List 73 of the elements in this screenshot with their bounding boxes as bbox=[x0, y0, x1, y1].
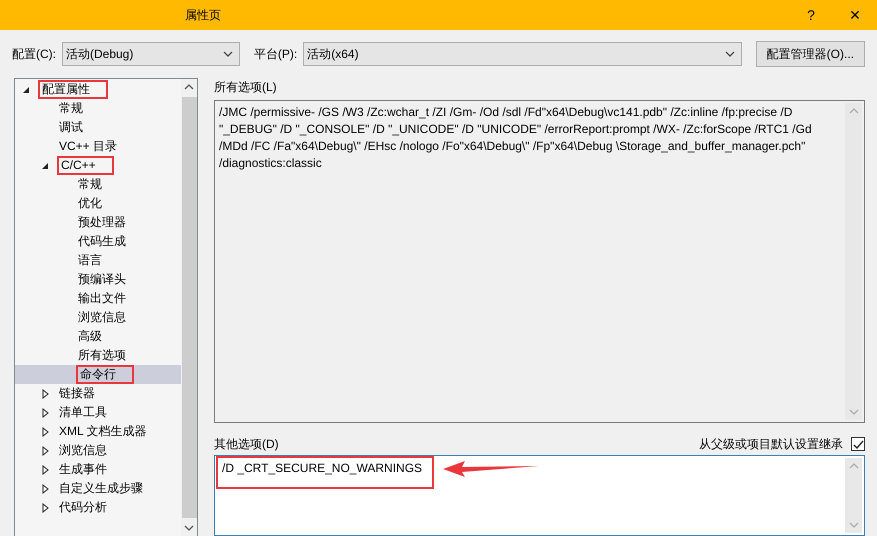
tree-row[interactable]: 代码分析 bbox=[15, 498, 181, 517]
inherit-checkbox[interactable] bbox=[851, 437, 865, 451]
tree-row[interactable]: 链接器 bbox=[15, 384, 181, 403]
help-button[interactable]: ? bbox=[789, 0, 833, 30]
all-options-box[interactable] bbox=[214, 100, 865, 423]
tree-row[interactable]: 常规 bbox=[15, 175, 181, 194]
window-title: 属性页 bbox=[185, 7, 222, 24]
tree-row[interactable]: 输出文件 bbox=[15, 289, 181, 308]
option-text: /D _CRT_SECURE_NO_WARNINGS bbox=[216, 456, 434, 489]
tree-label: 代码生成 bbox=[77, 234, 127, 249]
platform-label: 平台(P): bbox=[254, 46, 298, 63]
tree-row[interactable]: 生成事件 bbox=[15, 460, 181, 479]
tree-label: 生成事件 bbox=[58, 462, 108, 477]
collapsed-icon[interactable] bbox=[40, 426, 50, 436]
expanded-icon[interactable] bbox=[21, 84, 31, 94]
tree-label: 代码分析 bbox=[58, 500, 108, 515]
tree-row[interactable]: 浏览信息 bbox=[15, 441, 181, 460]
tree-label: 清单工具 bbox=[58, 405, 108, 420]
tree-label: 浏览信息 bbox=[58, 443, 108, 458]
config-dropdown[interactable]: 活动(Debug) bbox=[62, 42, 240, 66]
inherit-label: 从父级或项目默认设置继承 bbox=[699, 436, 843, 453]
other-options-label: 其他选项(D) bbox=[214, 436, 279, 453]
tree-row[interactable]: 所有选项 bbox=[15, 346, 181, 365]
config-manager-button[interactable]: 配置管理器(O)... bbox=[756, 41, 865, 67]
tree-row[interactable]: XML 文档生成器 bbox=[15, 422, 181, 441]
close-button[interactable]: ✕ bbox=[833, 0, 877, 30]
tree-label: C/C++ bbox=[57, 156, 114, 175]
tree-row[interactable]: 调试 bbox=[15, 118, 181, 137]
tree-label: 浏览信息 bbox=[77, 310, 127, 325]
collapsed-icon[interactable] bbox=[40, 446, 50, 456]
tree-label: XML 文档生成器 bbox=[58, 424, 148, 439]
tree-label: 所有选项 bbox=[77, 348, 127, 363]
expanded-icon[interactable] bbox=[40, 160, 50, 170]
tree-label: VC++ 目录 bbox=[58, 139, 118, 154]
tree-label: 高级 bbox=[77, 329, 103, 344]
tree-row[interactable]: VC++ 目录 bbox=[15, 137, 181, 156]
tree-label: 配置属性 bbox=[38, 80, 108, 99]
tree-row[interactable]: 浏览信息 bbox=[15, 308, 181, 327]
tree-row[interactable]: 清单工具 bbox=[15, 403, 181, 422]
collapsed-icon[interactable] bbox=[40, 502, 50, 512]
tree-row[interactable]: 优化 bbox=[15, 194, 181, 213]
tree-row[interactable]: 常规 bbox=[15, 99, 181, 118]
tree-row[interactable]: 预编译头 bbox=[15, 270, 181, 289]
tree-label: 调试 bbox=[58, 120, 84, 135]
tree-row[interactable]: 配置属性 bbox=[15, 80, 181, 99]
config-label: 配置(C): bbox=[12, 46, 56, 63]
tree-label: 预处理器 bbox=[77, 215, 127, 230]
collapsed-icon[interactable] bbox=[40, 388, 50, 398]
tree-label: 语言 bbox=[77, 253, 103, 268]
collapsed-icon[interactable] bbox=[40, 484, 50, 494]
caret-icon bbox=[222, 51, 233, 57]
all-options-text: /JMC /permissive- /GS /W3 /Zc:wchar_t /ZI /Gm- /Od /sdl /Fd"x64\Debug\vc141.pdb" /Zc:inline /fp:precise /D "_DEBUG" /D "_CONSOLE" /D "_UNICODE" /D "UNICODE" /errorReport:prompt /WX- /Zc:forScope /RTC1 /Gd /MDd /FC /Fa"x64\Debug\" /EHsc /nologo /Fo"x64\Debug\" /Fp"x64\Debug \Storage_and_buffer_manager.pch" /diagnostics:classic bbox=[218, 104, 813, 172]
tree-label: 自定义生成步骤 bbox=[58, 481, 144, 496]
collapsed-icon[interactable] bbox=[40, 464, 50, 474]
tree-label: 常规 bbox=[77, 177, 103, 192]
tree-label: 常规 bbox=[58, 101, 84, 116]
tree-row[interactable]: C/C++ bbox=[15, 156, 181, 175]
tree-row[interactable]: 高级 bbox=[15, 327, 181, 346]
tree-row[interactable]: 自定义生成步骤 bbox=[15, 479, 181, 498]
other-options-field[interactable]: /D _CRT_SECURE_NO_WARNINGS bbox=[214, 455, 865, 536]
collapsed-icon[interactable] bbox=[40, 408, 50, 418]
tree-label: 链接器 bbox=[58, 386, 96, 401]
tree-row[interactable]: 代码生成 bbox=[15, 232, 181, 251]
tree-row[interactable]: 语言 bbox=[15, 251, 181, 270]
tree-label: 优化 bbox=[77, 196, 103, 211]
tree-label: 预编译头 bbox=[77, 272, 127, 287]
tree-label: 输出文件 bbox=[77, 291, 127, 306]
tree-row[interactable]: 命令行 bbox=[15, 365, 181, 384]
caret-icon bbox=[724, 51, 735, 57]
all-options-label: 所有选项(L) bbox=[214, 79, 278, 96]
tree-label: 命令行 bbox=[76, 365, 134, 384]
tree-row[interactable]: 预处理器 bbox=[15, 213, 181, 232]
platform-dropdown[interactable]: 活动(x64) bbox=[303, 42, 742, 66]
